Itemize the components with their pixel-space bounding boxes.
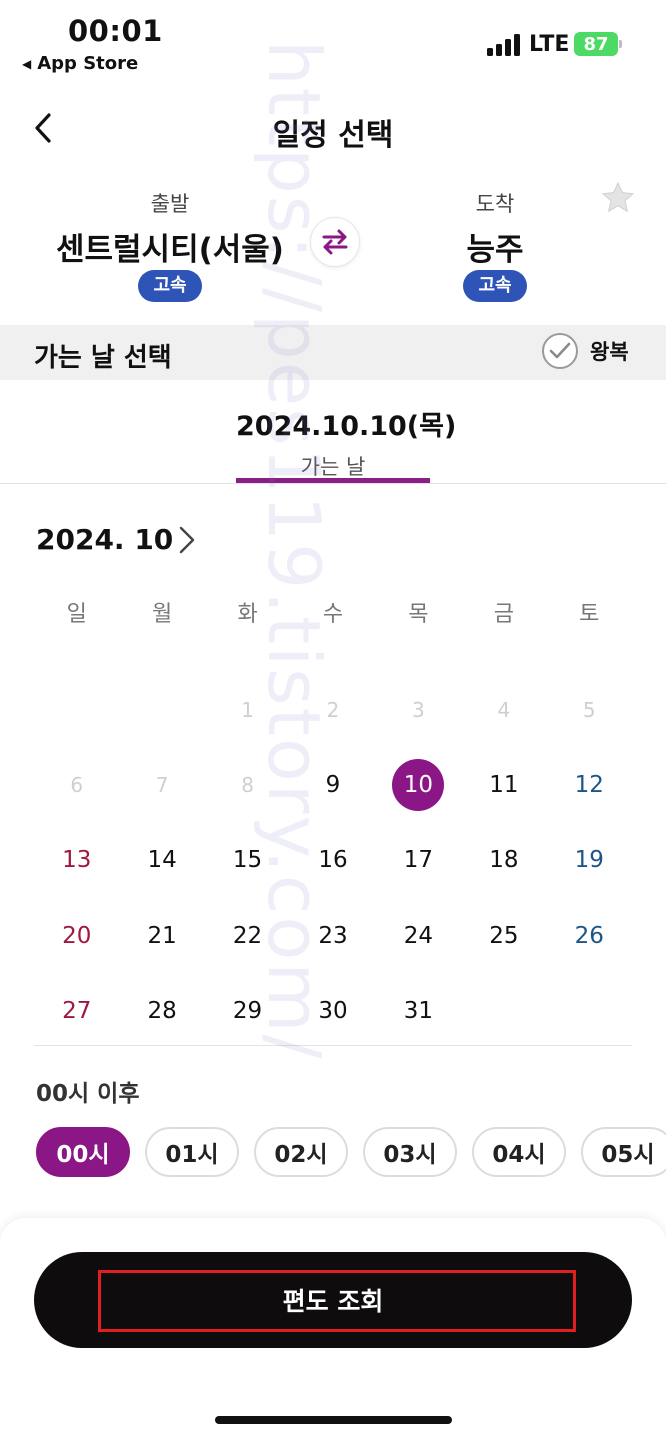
departure-label: 출발: [150, 192, 190, 216]
tab-divider: [0, 483, 666, 484]
calendar-day[interactable]: 20: [34, 898, 119, 973]
back-triangle-icon: ◀: [22, 56, 32, 71]
calendar-day[interactable]: 18: [461, 823, 546, 898]
calendar-day[interactable]: 25: [461, 898, 546, 973]
arrival-label: 도착: [475, 192, 515, 216]
calendar-day[interactable]: 17: [376, 823, 461, 898]
time-chip[interactable]: 03시: [363, 1127, 457, 1177]
search-button-label: 편도 조회: [282, 1287, 384, 1316]
time-chip-row: 00시 01시 02시 03시 04시 05시: [36, 1127, 666, 1179]
check-circle-icon: [542, 333, 578, 369]
calendar-day[interactable]: 31: [376, 973, 461, 1048]
date-select-title: 가는 날 선택: [34, 343, 172, 373]
calendar-day[interactable]: 12: [547, 747, 632, 822]
calendar-day: 1: [241, 697, 254, 722]
swap-arrows-icon: [322, 229, 348, 255]
calendar-day[interactable]: 11: [461, 747, 546, 822]
time-chip[interactable]: 00시: [36, 1127, 130, 1177]
selected-date: 2024.10.10(목): [236, 411, 457, 442]
calendar-day: 3: [412, 697, 425, 722]
calendar-blank: [34, 672, 119, 747]
cellular-signal-icon: [487, 34, 520, 56]
arrival-type-badge: 고속: [463, 270, 527, 302]
tab-departure-date[interactable]: 2024.10.10(목) 가는 날: [236, 404, 457, 481]
weekday-header: 일월화수목금토: [34, 596, 632, 628]
weekday-label: 금: [493, 602, 514, 627]
calendar-day[interactable]: 21: [119, 898, 204, 973]
calendar-day: 8: [241, 772, 254, 797]
battery-tip: [619, 40, 622, 48]
calendar-day[interactable]: 16: [290, 823, 375, 898]
weekday-label: 화: [237, 602, 258, 627]
departure-station-name: 센트럴시티(서울): [56, 232, 284, 268]
calendar-blank: [119, 672, 204, 747]
calendar-divider: [34, 1045, 632, 1046]
arrival-station-name: 능주: [466, 232, 524, 268]
time-chip[interactable]: 05시: [581, 1127, 666, 1177]
status-time: 00:01: [68, 14, 163, 48]
weekday-label: 월: [152, 602, 173, 627]
calendar-day: 4: [497, 697, 511, 722]
time-chip[interactable]: 01시: [145, 1127, 239, 1177]
battery-level: 87: [583, 33, 609, 55]
calendar-month: 2024. 10: [36, 523, 174, 556]
calendar-day[interactable]: 28: [119, 973, 204, 1048]
back-to-app-link[interactable]: ◀ App Store: [22, 53, 138, 74]
battery-icon: 87: [574, 32, 618, 56]
calendar-day[interactable]: 29: [205, 973, 290, 1048]
time-filter-label: 00시 이후: [36, 1081, 140, 1107]
swap-stations-button[interactable]: [310, 217, 360, 267]
date-select-bar: 가는 날 선택 왕복: [0, 325, 666, 380]
page-title: 일정 선택: [272, 118, 394, 153]
weekday-label: 일: [66, 602, 87, 627]
calendar-day[interactable]: 14: [119, 823, 204, 898]
home-indicator: [215, 1416, 452, 1424]
roundtrip-label: 왕복: [590, 340, 629, 364]
back-app-label: App Store: [37, 53, 139, 74]
calendar-day[interactable]: 27: [34, 973, 119, 1048]
time-chip[interactable]: 02시: [254, 1127, 348, 1177]
favorite-star-icon[interactable]: [600, 180, 636, 216]
weekday-label: 목: [408, 602, 429, 627]
calendar-day[interactable]: 22: [205, 898, 290, 973]
departure-type-badge: 고속: [138, 270, 202, 302]
calendar-day[interactable]: 30: [290, 973, 375, 1048]
departure-date-label: 가는 날: [300, 455, 366, 479]
calendar-day[interactable]: 9: [290, 747, 375, 822]
calendar-day[interactable]: 13: [34, 823, 119, 898]
weekday-label: 수: [322, 602, 344, 627]
calendar-day[interactable]: 26: [547, 898, 632, 973]
chevron-right-icon: [179, 526, 195, 554]
calendar-grid: 1 2 3 4 5 6 7 8 9 10 11 12 13 14 15 16 17 18 19 20 21 22 23 24 2…: [34, 672, 632, 1048]
calendar-day[interactable]: 23: [290, 898, 375, 973]
calendar-day[interactable]: 24: [376, 898, 461, 973]
calendar-day: 5: [582, 697, 596, 722]
next-month-button[interactable]: [172, 522, 202, 558]
network-type: LTE: [529, 32, 570, 57]
time-chip[interactable]: 04시: [472, 1127, 566, 1177]
calendar-day[interactable]: 15: [205, 823, 290, 898]
weekday-label: 토: [579, 602, 600, 627]
calendar-day-selected[interactable]: 10: [376, 747, 461, 822]
calendar-day: 6: [70, 772, 84, 797]
departure-station[interactable]: 출발 센트럴시티(서울) 고속: [40, 188, 300, 302]
calendar-day[interactable]: 19: [547, 823, 632, 898]
roundtrip-toggle[interactable]: 왕복: [542, 333, 629, 369]
arrival-station[interactable]: 도착 능주 고속: [365, 188, 625, 302]
calendar-day: 2: [326, 697, 340, 722]
calendar-day: 7: [155, 772, 169, 797]
